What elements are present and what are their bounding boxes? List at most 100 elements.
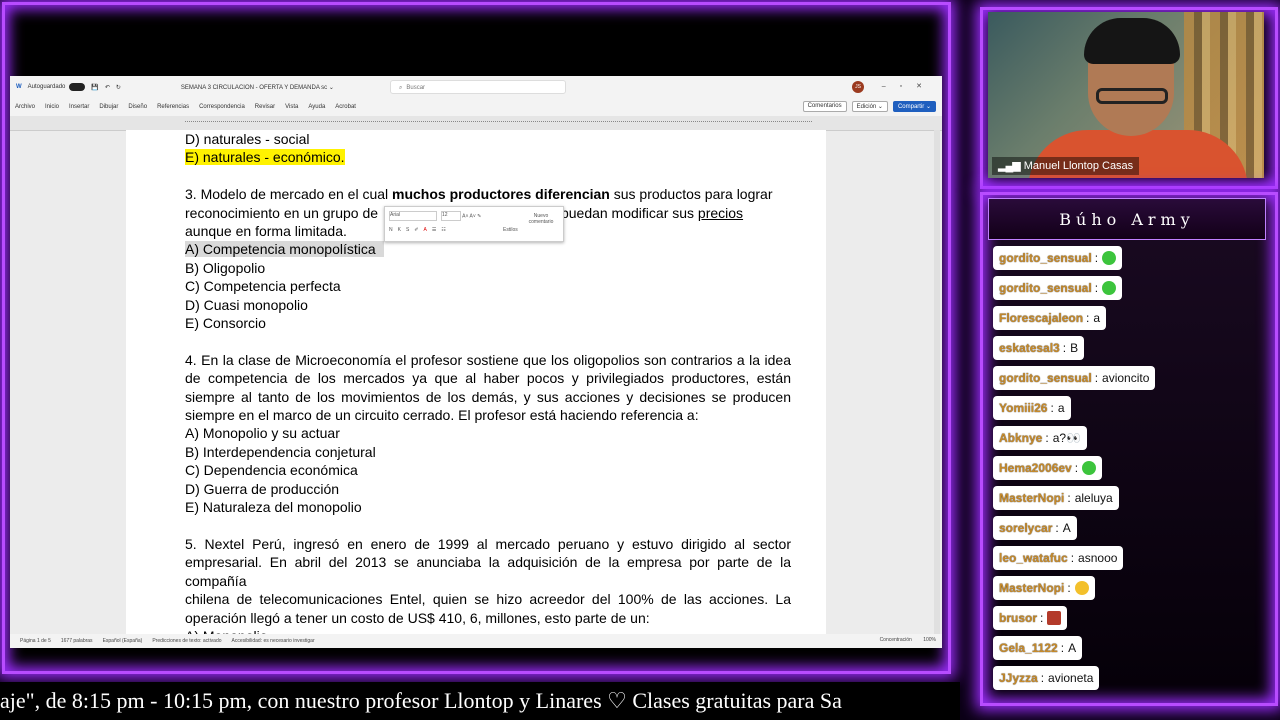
page-count[interactable]: Página 1 de 5 <box>20 638 51 644</box>
tab-referencias[interactable]: Referencias <box>157 104 189 110</box>
autosave-toggle[interactable] <box>69 83 86 91</box>
avatar[interactable]: JS <box>852 81 864 93</box>
q3-line2-a: reconocimiento en un grupo de <box>185 204 379 221</box>
q4-option-a: A) Monopolio y su actuar <box>185 425 340 442</box>
chat-separator: : <box>1040 671 1045 685</box>
document-title[interactable]: SEMANA 3 CIRCULACION - OFERTA Y DEMANDA … <box>181 84 334 91</box>
tab-insertar[interactable]: Insertar <box>69 104 89 110</box>
chat-username[interactable]: gordito_sensual <box>999 371 1092 385</box>
q5-line4: operación llegó a tener un costo de US$ … <box>185 609 650 626</box>
chat-text: avioncito <box>1102 371 1150 385</box>
tab-ayuda[interactable]: Ayuda <box>308 104 325 110</box>
chat-username[interactable]: MasterNopi <box>999 491 1064 505</box>
search-input[interactable]: ⌕ Buscar <box>390 80 566 94</box>
window-controls[interactable]: –▫✕ <box>882 82 936 90</box>
chat-separator: : <box>1086 311 1090 325</box>
emote-icon <box>1102 251 1117 265</box>
chat-message: sorelycar: A <box>993 516 1077 540</box>
font-name: Arial <box>390 212 401 218</box>
chat-separator: : <box>1094 251 1099 265</box>
styles-button[interactable]: Estilos <box>503 227 518 233</box>
floating-format-toolbar[interactable]: Arial 12 A˄ A˅ ✎ NKS✐A☰☷ Estilos Nuevo co… <box>384 206 564 242</box>
focus-mode-button[interactable]: Concentración <box>880 637 912 643</box>
chat-username[interactable]: JJyzza <box>999 671 1038 685</box>
new-comment-button[interactable]: Nuevo comentario <box>527 213 555 225</box>
chat-text: avioneta <box>1048 671 1094 685</box>
tab-vista[interactable]: Vista <box>285 104 298 110</box>
shrink-font-icon[interactable]: A˅ <box>470 213 476 219</box>
chat-username[interactable]: Gela_1122 <box>999 641 1058 655</box>
redo-icon[interactable]: ↻ <box>116 84 121 91</box>
close-icon[interactable]: ✕ <box>916 83 936 90</box>
restore-icon[interactable]: ▫ <box>900 83 916 90</box>
document-page[interactable]: D) naturales - social E) naturales - eco… <box>126 130 826 644</box>
undo-icon[interactable]: ↶ <box>105 84 110 91</box>
zoom-level[interactable]: 100% <box>923 637 936 643</box>
grow-font-icon[interactable]: A˄ <box>462 213 468 219</box>
q3-text-bold: muchos productores diferencian <box>392 186 610 203</box>
tab-acrobat[interactable]: Acrobat <box>335 104 356 110</box>
q4-line3: siempre al tanto de los movimientos de l… <box>185 388 791 405</box>
chat-username[interactable]: Hema2006ev <box>999 461 1072 475</box>
tab-dibujar[interactable]: Dibujar <box>99 104 118 110</box>
chat-username[interactable]: Yomiii26 <box>999 401 1047 415</box>
q4-option-b: B) Interdependencia conjetural <box>185 443 376 460</box>
chat-username[interactable]: eskatesal3 <box>999 341 1060 355</box>
chat-username[interactable]: leo_watafuc <box>999 551 1068 565</box>
italic-icon[interactable]: K <box>398 227 406 233</box>
chat-username[interactable]: Florescajaleon <box>999 311 1083 325</box>
q3-option-d: D) Cuasi monopolio <box>185 296 308 313</box>
numbering-icon[interactable]: ☷ <box>441 227 450 233</box>
share-button[interactable]: Compartir ⌄ <box>892 101 936 112</box>
tab-inicio[interactable]: Inicio <box>45 104 59 110</box>
q4-line1: 4. En la clase de Microeconomía el profe… <box>185 351 791 368</box>
edit-mode-button[interactable]: Edición ⌄ <box>851 101 888 112</box>
chat-username[interactable]: gordito_sensual <box>999 251 1092 265</box>
font-color-icon[interactable]: A <box>424 227 432 233</box>
ruler[interactable] <box>10 116 942 131</box>
q5-line1: 5. Nextel Perú, ingresó en enero de 1999… <box>185 535 791 552</box>
chat-separator: : <box>1055 521 1059 535</box>
format-painter-icon[interactable]: ✎ <box>477 213 481 219</box>
chat-message: gordito_sensual: <box>993 246 1123 270</box>
chat-username[interactable]: sorelycar <box>999 521 1052 535</box>
minimize-icon[interactable]: – <box>882 83 900 90</box>
font-select[interactable]: Arial <box>389 211 437 221</box>
chat-username[interactable]: brusor <box>999 611 1037 625</box>
chat-username[interactable]: Abknye <box>999 431 1042 445</box>
word-count[interactable]: 1677 palabras <box>61 638 93 644</box>
bullets-icon[interactable]: ☰ <box>432 227 441 233</box>
vertical-scrollbar[interactable] <box>934 130 940 634</box>
ticker-text: aje", de 8:15 pm - 10:15 pm, con nuestro… <box>0 688 842 713</box>
chat-message: gordito_sensual: avioncito <box>993 366 1156 390</box>
tab-revisar[interactable]: Revisar <box>255 104 275 110</box>
language-status[interactable]: Español (España) <box>103 638 143 644</box>
tab-diseno[interactable]: Diseño <box>128 104 147 110</box>
chat-title: Búho Army <box>988 198 1266 240</box>
prev-option-e-highlighted: E) naturales - económico. <box>185 149 345 166</box>
chat-username[interactable]: MasterNopi <box>999 581 1064 595</box>
font-size-select[interactable]: 12 <box>441 211 461 221</box>
text-predictions-status[interactable]: Predicciones de texto: activado <box>152 638 221 644</box>
chat-separator: : <box>1062 341 1067 355</box>
chat-message: Abknye: a?👀 <box>993 426 1087 450</box>
chat-message-list: gordito_sensual: gordito_sensual: Floresca… <box>993 246 1269 696</box>
highlight-icon[interactable]: ✐ <box>414 227 423 233</box>
tab-archivo[interactable]: Archivo <box>15 104 35 110</box>
emote-icon <box>1074 581 1089 595</box>
comments-button[interactable]: Comentarios <box>802 101 847 112</box>
chat-username[interactable]: gordito_sensual <box>999 281 1092 295</box>
save-icon[interactable]: 💾 <box>91 84 98 91</box>
q5-line3: chilena de telecomunicaciones Entel, qui… <box>185 591 791 608</box>
webcam-feed <box>988 12 1264 178</box>
q3-option-b: B) Oligopolio <box>185 259 266 276</box>
accessibility-status[interactable]: Accesibilidad: es necesario investigar <box>232 638 315 644</box>
q3-option-c: C) Competencia perfecta <box>185 278 341 295</box>
chat-separator: : <box>1045 431 1049 445</box>
bold-icon[interactable]: N <box>389 227 398 233</box>
chat-separator: : <box>1040 611 1044 625</box>
chat-separator: : <box>1094 371 1099 385</box>
participant-name: Manuel Llontop Casas <box>1023 160 1134 172</box>
chat-text: asnooo <box>1078 551 1118 565</box>
tab-correspondencia[interactable]: Correspondencia <box>199 104 245 110</box>
